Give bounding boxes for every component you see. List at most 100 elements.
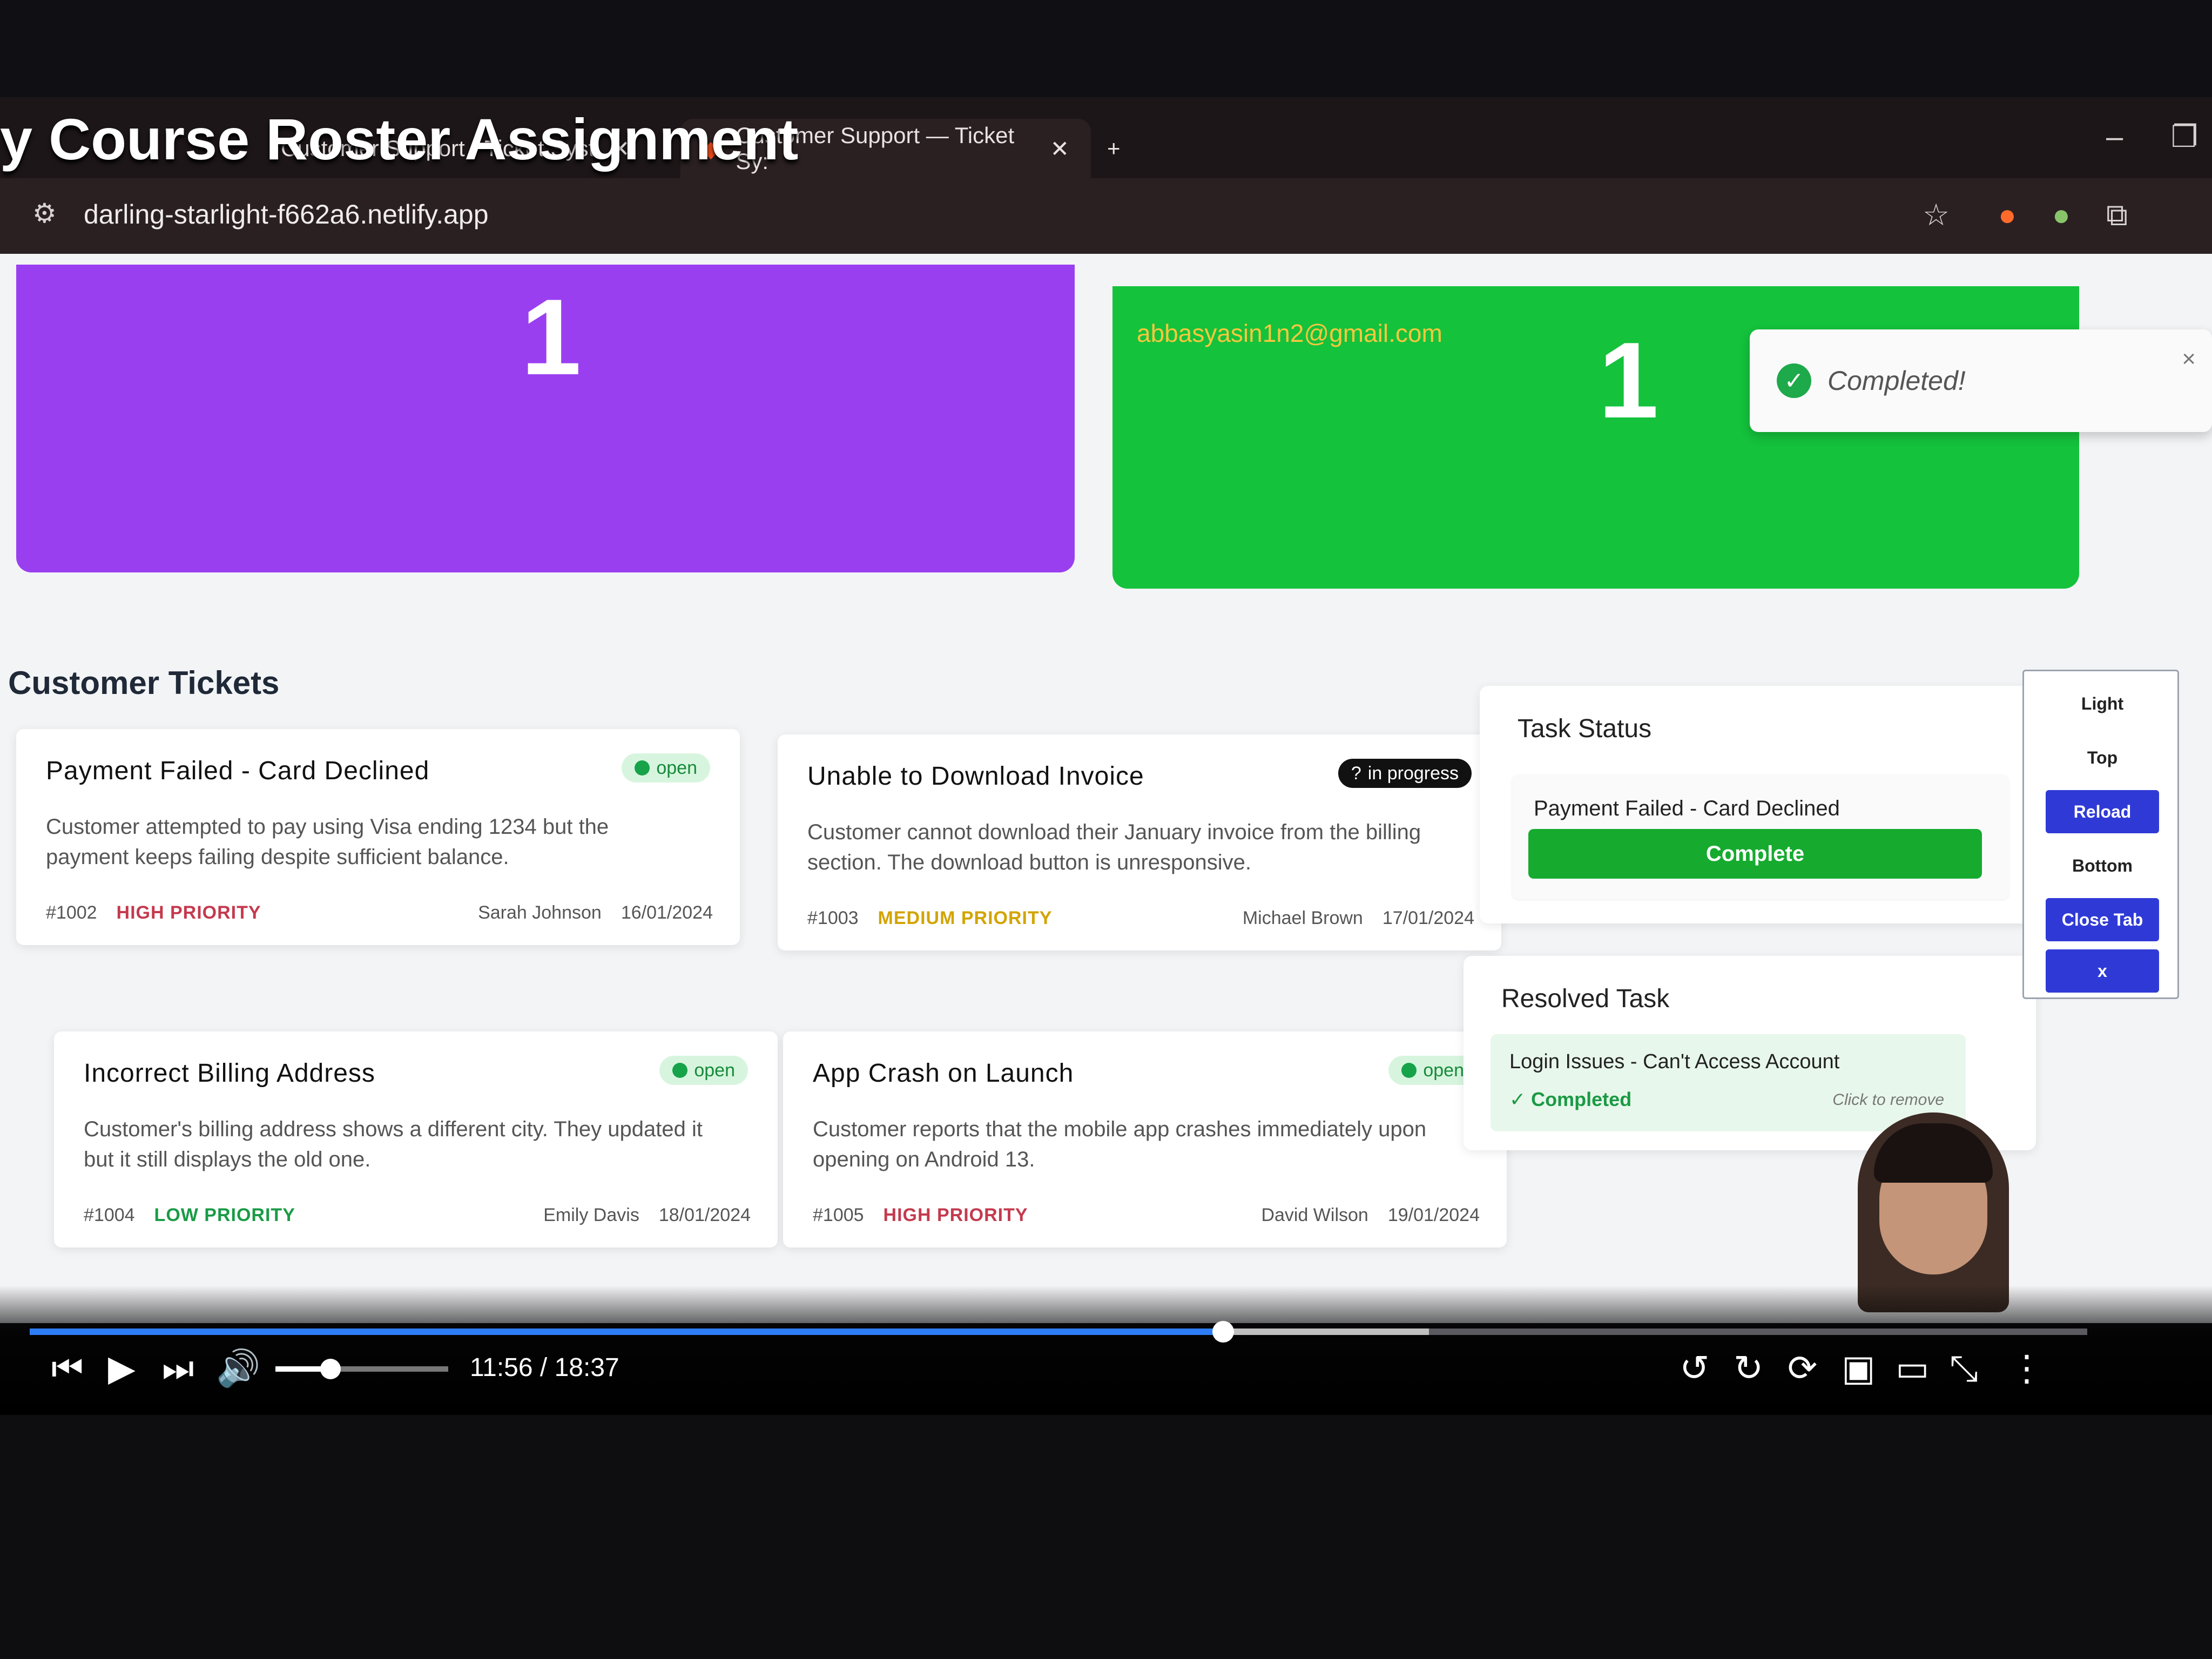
volume-knob[interactable]: [320, 1359, 341, 1379]
loop-icon[interactable]: ⟳: [1788, 1347, 1817, 1389]
resolved-item[interactable]: Login Issues - Can't Access Account ✓ Co…: [1491, 1034, 1966, 1131]
close-icon[interactable]: ×: [2182, 346, 2196, 373]
ticket-id: #1005: [813, 1205, 864, 1225]
ticket-meta: #1002 HIGH PRIORITY Sarah Johnson 16/01/…: [46, 902, 713, 923]
next-icon[interactable]: ⏭: [162, 1347, 194, 1390]
more-icon[interactable]: ⋮: [2009, 1347, 2045, 1389]
status-dot-icon: [635, 760, 650, 775]
address-bar[interactable]: ⚙ darling-starlight-f662a6.netlify.app ☆…: [0, 178, 2212, 254]
toast-message: Completed!: [1827, 366, 1966, 396]
status-badge: open: [622, 753, 710, 783]
ticket-id: #1004: [84, 1205, 135, 1225]
ticket-card[interactable]: App Crash on Launch open Customer report…: [783, 1031, 1507, 1247]
ticket-description: Customer attempted to pay using Visa end…: [46, 815, 609, 869]
reload-button[interactable]: Reload: [2046, 790, 2159, 833]
video-title-overlay: y Course Roster Assignment: [0, 106, 799, 172]
ticket-meta: #1003 MEDIUM PRIORITY Michael Brown 17/0…: [807, 908, 1474, 929]
ticket-date: 19/01/2024: [1387, 1205, 1480, 1225]
ticket-customer: Michael Brown: [1242, 908, 1363, 928]
close-toolbar-button[interactable]: x: [2046, 949, 2159, 993]
status-text: open: [694, 1060, 735, 1081]
previous-icon[interactable]: ⏮: [51, 1347, 83, 1390]
webcam-avatar: [1858, 1112, 2009, 1312]
status-text: open: [656, 757, 697, 778]
volume-icon[interactable]: 🔊: [216, 1347, 260, 1390]
status-text: in progress: [1367, 763, 1459, 784]
play-icon[interactable]: ▶: [108, 1347, 136, 1389]
completed-label: ✓ Completed: [1509, 1088, 1632, 1110]
section-title: Customer Tickets: [8, 665, 280, 701]
ticket-card[interactable]: Payment Failed - Card Declined open Cust…: [16, 729, 740, 945]
close-tab-button[interactable]: Close Tab: [2046, 898, 2159, 941]
theater-icon[interactable]: ▭: [1896, 1347, 1929, 1389]
ticket-priority: LOW PRIORITY: [154, 1205, 295, 1225]
question-icon: ?: [1351, 763, 1361, 784]
forward-10-icon[interactable]: ↻: [1734, 1347, 1763, 1389]
status-dot-icon: [1401, 1063, 1417, 1078]
restore-icon[interactable]: ❐: [2171, 119, 2198, 154]
ticket-priority: HIGH PRIORITY: [883, 1205, 1028, 1225]
progress-fill: [30, 1328, 1223, 1335]
minimize-icon[interactable]: –: [2106, 119, 2123, 154]
panel-title: Task Status: [1518, 714, 1652, 743]
laptop-bezel: [0, 1415, 2212, 1659]
user-email: abbasyasin1n2@gmail.com: [1137, 319, 1442, 347]
extension-icon[interactable]: ●: [2052, 197, 2071, 232]
dev-toolbar: Light Top Reload Bottom Close Tab x: [2022, 670, 2179, 999]
task-item: Payment Failed - Card Declined Complete: [1512, 775, 2009, 899]
ticket-priority: MEDIUM PRIORITY: [878, 908, 1053, 928]
ticket-date: 18/01/2024: [658, 1205, 751, 1225]
top-button[interactable]: Top: [2046, 736, 2159, 779]
miniplayer-icon[interactable]: ▣: [1842, 1347, 1875, 1389]
playback-time: 11:56 / 18:37: [470, 1353, 619, 1382]
fullscreen-exit-icon[interactable]: ⤡: [1950, 1347, 1978, 1390]
progress-scrubber[interactable]: [1212, 1321, 1234, 1343]
complete-button[interactable]: Complete: [1528, 829, 1982, 879]
extension-icon[interactable]: ●: [1998, 197, 2017, 232]
ticket-card[interactable]: Unable to Download Invoice ? in progress …: [778, 734, 1501, 950]
bottom-button[interactable]: Bottom: [2046, 844, 2159, 887]
progress-bar[interactable]: [30, 1321, 2087, 1343]
ticket-description: Customer cannot download their January i…: [807, 820, 1421, 874]
task-status-panel: Task Status Payment Failed - Card Declin…: [1480, 686, 2041, 923]
new-tab-icon[interactable]: +: [1107, 119, 1121, 178]
in-progress-count: 1: [521, 277, 582, 397]
ticket-meta: #1005 HIGH PRIORITY David Wilson 19/01/2…: [813, 1205, 1480, 1226]
ticket-priority: HIGH PRIORITY: [116, 902, 261, 923]
status-badge: ? in progress: [1338, 759, 1472, 788]
resolved-item-title: Login Issues - Can't Access Account: [1509, 1050, 1840, 1073]
ticket-date: 17/01/2024: [1382, 908, 1474, 928]
ticket-description: Customer's billing address shows a diffe…: [84, 1117, 703, 1171]
resolved-count: 1: [1599, 320, 1659, 441]
tune-icon[interactable]: ⚙: [32, 198, 57, 229]
status-dot-icon: [672, 1063, 688, 1078]
in-progress-stat-card: 1: [16, 265, 1075, 572]
status-text: open: [1423, 1060, 1464, 1081]
ticket-description: Customer reports that the mobile app cra…: [813, 1117, 1427, 1171]
video-player-controls: ⏮ ▶ ⏭ 🔊 11:56 / 18:37 ↺ ↻ ⟳ ▣ ▭ ⤡ ⋮: [0, 1285, 2212, 1415]
ticket-date: 16/01/2024: [621, 902, 713, 923]
rewind-10-icon[interactable]: ↺: [1680, 1347, 1709, 1389]
close-icon[interactable]: ✕: [1050, 136, 1069, 162]
star-icon[interactable]: ☆: [1923, 197, 1950, 233]
ticket-title: Incorrect Billing Address: [84, 1059, 375, 1088]
puzzle-icon[interactable]: ⧉: [2106, 197, 2128, 233]
screen: Customer Support - Ticket Syst ✕ ◆ Custo…: [0, 0, 2212, 1659]
ticket-customer: Sarah Johnson: [478, 902, 602, 923]
avatar-hair: [1874, 1123, 1993, 1183]
url-text[interactable]: darling-starlight-f662a6.netlify.app: [84, 199, 489, 230]
toast-notification: ✓ Completed! ×: [1750, 329, 2212, 432]
panel-title: Resolved Task: [1501, 984, 1670, 1013]
check-circle-icon: ✓: [1777, 363, 1811, 398]
ticket-meta: #1004 LOW PRIORITY Emily Davis 18/01/202…: [84, 1205, 751, 1226]
light-button[interactable]: Light: [2046, 682, 2159, 725]
volume-slider[interactable]: [275, 1359, 448, 1379]
remove-hint: Click to remove: [1832, 1091, 1944, 1109]
ticket-title: Payment Failed - Card Declined: [46, 757, 430, 785]
ticket-id: #1003: [807, 908, 859, 928]
ticket-card[interactable]: Incorrect Billing Address open Customer'…: [54, 1031, 778, 1247]
ticket-id: #1002: [46, 902, 97, 923]
task-item-title: Payment Failed - Card Declined: [1534, 797, 1840, 820]
ticket-title: App Crash on Launch: [813, 1059, 1074, 1088]
status-badge: open: [659, 1056, 748, 1085]
